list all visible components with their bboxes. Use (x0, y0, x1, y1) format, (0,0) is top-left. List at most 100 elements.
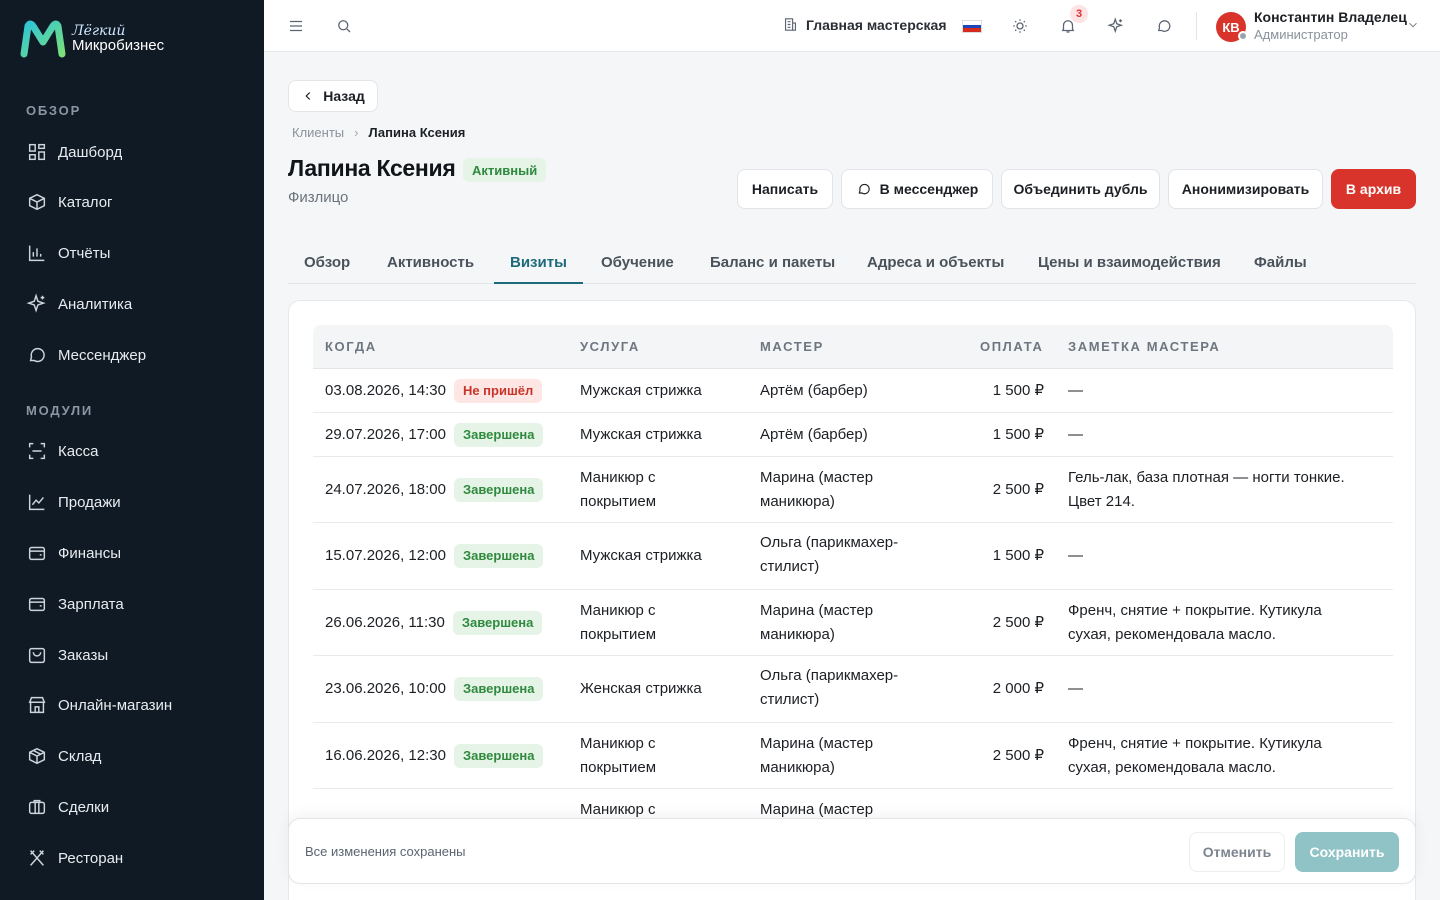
sidebar: Лёгкий Микробизнес ОБЗОР Дашборд Каталог… (0, 0, 264, 900)
ai-assistant-button[interactable] (1104, 14, 1128, 38)
language-flag-icon[interactable] (962, 20, 982, 33)
visit-service: Мужская стрижка (580, 426, 702, 443)
sidebar-item-catalog[interactable]: Каталог (26, 191, 113, 213)
notifications-badge: 3 (1070, 5, 1088, 23)
tab-files[interactable]: Файлы (1254, 254, 1307, 271)
sidebar-item-label: Онлайн-магазин (58, 696, 173, 714)
visit-note: — (1068, 426, 1083, 443)
tab-activity[interactable]: Активность (387, 254, 474, 271)
sidebar-item-label: Зарплата (58, 595, 124, 613)
breadcrumb-parent[interactable]: Клиенты (292, 125, 344, 140)
bar-chart-icon (28, 245, 45, 262)
sidebar-item-warehouse[interactable]: Склад (26, 745, 101, 767)
table-row[interactable]: 29.07.2026, 17:00 Завершена Мужская стриж… (313, 413, 1393, 457)
cancel-button[interactable]: Отменить (1189, 832, 1285, 872)
briefcase-icon (28, 799, 46, 815)
user-name[interactable]: Константин Владелец (1254, 9, 1407, 25)
anonymize-label: Анонимизировать (1181, 181, 1310, 197)
sidebar-item-orders[interactable]: Заказы (26, 644, 108, 666)
visit-service: Маникюр с покрытием (580, 735, 657, 776)
sidebar-item-finance[interactable]: Финансы (26, 542, 121, 564)
sun-icon (1013, 19, 1027, 33)
visit-date-text: 29.07.2026, 17:00 (325, 426, 446, 443)
visit-service: Женская стрижка (580, 680, 702, 697)
table-row[interactable]: 03.08.2026, 14:30 Не пришёл Мужская стриж… (313, 369, 1393, 413)
sidebar-item-deals[interactable]: Сделки (26, 796, 109, 818)
presence-dot (1238, 31, 1248, 41)
visit-date-text: 03.08.2026, 14:30 (325, 382, 446, 399)
visit-master: Марина (мастер маникюра) (760, 735, 874, 776)
table-row[interactable]: 24.07.2026, 18:00 Завершена Маникюр с пок… (313, 457, 1393, 523)
write-button[interactable]: Написать (737, 169, 833, 209)
sidebar-item-reports[interactable]: Отчёты (26, 242, 110, 264)
search-button[interactable] (332, 14, 356, 38)
sidebar-item-online-store[interactable]: Онлайн-магазин (26, 694, 172, 716)
workshop-selector[interactable]: Главная мастерская (782, 16, 947, 33)
tab-training[interactable]: Обучение (601, 254, 674, 271)
back-button[interactable]: Назад (288, 80, 378, 112)
tab-addresses[interactable]: Адреса и объекты (867, 254, 1004, 271)
anonymize-button[interactable]: Анонимизировать (1168, 169, 1323, 209)
table-row[interactable]: 15.07.2026, 12:00 Завершена Мужская стриж… (313, 523, 1393, 590)
visit-master: Артём (барбер) (760, 382, 868, 399)
bag-icon (28, 647, 46, 664)
active-tab-indicator (494, 282, 583, 284)
client-type: Физлицо (288, 189, 349, 206)
sidebar-item-messenger[interactable]: Мессенджер (26, 344, 146, 366)
breadcrumb: Клиенты › Лапина Ксения (292, 125, 465, 140)
user-role: Администратор (1254, 27, 1348, 42)
tab-balance[interactable]: Баланс и пакеты (710, 254, 835, 271)
visit-master: Артём (барбер) (760, 426, 868, 443)
visit-payment: 1 500 ₽ (992, 426, 1044, 443)
archive-button[interactable]: В архив (1331, 169, 1416, 209)
brand-line1: Лёгкий (72, 22, 126, 39)
sidebar-item-restaurant[interactable]: Ресторан (26, 847, 123, 869)
column-header-when[interactable]: КОГДА (325, 339, 377, 354)
tab-prices[interactable]: Цены и взаимодействия (1038, 254, 1221, 271)
column-header-note[interactable]: ЗАМЕТКА МАСТЕРА (1068, 339, 1220, 354)
chat-button[interactable] (1152, 14, 1176, 38)
topbar-divider (1196, 12, 1197, 40)
visit-date: 26.06.2026, 11:30 Завершена (325, 611, 543, 636)
store-icon (28, 696, 46, 714)
visits-card: КОГДА УСЛУГА МАСТЕР ОПЛАТА ЗАМЕТКА МАСТЕ… (288, 300, 1416, 900)
merge-duplicate-button[interactable]: Объединить дубль (1001, 169, 1160, 209)
visit-service: Маникюр с покрытием (580, 469, 657, 510)
column-header-master[interactable]: МАСТЕР (760, 339, 824, 354)
visit-date-text: 16.06.2026, 12:30 (325, 747, 446, 764)
menu-icon (290, 20, 302, 32)
table-row[interactable]: 26.06.2026, 11:30 Завершена Маникюр с пок… (313, 590, 1393, 656)
visit-master: Марина (мастер маникюра) (760, 602, 874, 643)
sidebar-item-label: Склад (58, 747, 102, 765)
messenger-button[interactable]: В мессенджер (841, 169, 993, 209)
sidebar-item-dashboard[interactable]: Дашборд (26, 141, 122, 163)
visit-status-badge: Завершена (453, 544, 544, 569)
chat-icon (29, 347, 45, 363)
visit-note: — (1068, 382, 1083, 399)
tab-overview[interactable]: Обзор (304, 254, 350, 271)
sidebar-item-salary[interactable]: Зарплата (26, 593, 124, 615)
write-label: Написать (751, 181, 819, 197)
visit-note: — (1068, 680, 1083, 697)
visit-note: Френч, снятие + покрытие. Кутикула сухая… (1068, 735, 1322, 776)
visit-master: Ольга (парикмахер-стилист) (760, 534, 899, 575)
sidebar-item-cashbox[interactable]: Касса (26, 440, 98, 462)
table-row[interactable]: 16.06.2026, 12:30 Завершена Маникюр с пок… (313, 723, 1393, 789)
column-header-service[interactable]: УСЛУГА (580, 339, 640, 354)
visit-date: 23.06.2026, 10:00 Завершена (325, 677, 544, 702)
save-button[interactable]: Сохранить (1295, 832, 1399, 872)
visit-payment: 2 500 ₽ (992, 747, 1044, 764)
menu-toggle-button[interactable] (284, 14, 308, 38)
sidebar-item-analytics[interactable]: Аналитика (26, 293, 132, 315)
column-header-payment[interactable]: ОПЛАТА (980, 339, 1043, 354)
sidebar-item-sales[interactable]: Продажи (26, 491, 121, 513)
visit-service: Мужская стрижка (580, 382, 702, 399)
topbar: Главная мастерская 3 КВ Константин Владе… (264, 0, 1440, 52)
visit-date: 03.08.2026, 14:30 Не пришёл (325, 379, 543, 404)
utensils-icon (30, 850, 44, 866)
user-menu-button[interactable] (1406, 18, 1420, 37)
tab-visits[interactable]: Визиты (510, 254, 567, 271)
brand-logo[interactable]: Лёгкий Микробизнес (20, 20, 164, 58)
theme-toggle-button[interactable] (1008, 14, 1032, 38)
table-row[interactable]: 23.06.2026, 10:00 Завершена Женская стриж… (313, 656, 1393, 723)
